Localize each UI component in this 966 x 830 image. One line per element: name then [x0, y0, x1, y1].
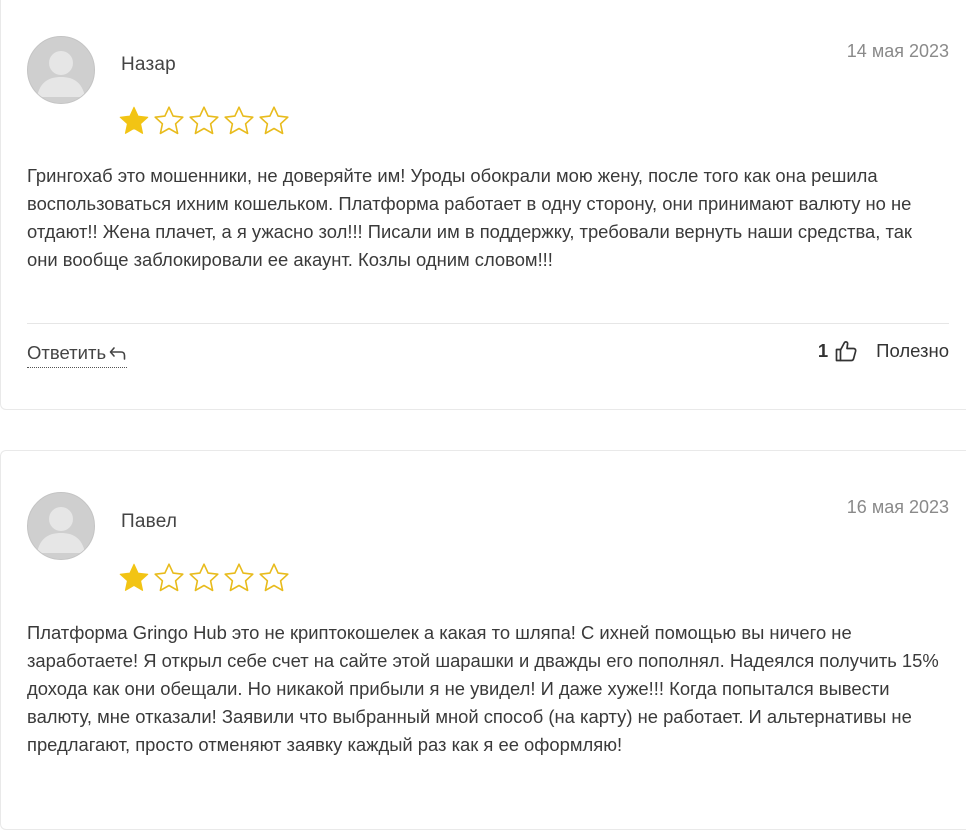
review-author: Павел: [121, 511, 178, 532]
star-outline-icon: [188, 562, 220, 594]
review-date: 14 мая 2023: [846, 41, 949, 61]
review-card: Павел 16 мая 2023 Платформа Gringo Hub э…: [0, 450, 966, 830]
star-filled-icon: [118, 105, 150, 137]
review-text: Платформа Gringo Hub это не криптокошеле…: [27, 622, 939, 755]
star-outline-icon: [223, 562, 255, 594]
helpful-block: 1 Полезно: [818, 335, 949, 367]
star-rating: [118, 562, 290, 594]
avatar: [27, 492, 95, 560]
star-outline-icon: [153, 105, 185, 137]
review-card: Назар 14 мая 2023 Грингохаб это мошенник…: [0, 0, 966, 410]
helpful-count: 1: [817, 340, 829, 361]
reply-label: Ответить: [27, 342, 107, 363]
star-outline-icon: [258, 105, 290, 137]
review-date: 16 мая 2023: [846, 497, 949, 517]
avatar: [27, 36, 95, 104]
star-outline-icon: [153, 562, 185, 594]
star-outline-icon: [258, 562, 290, 594]
user-silhouette-icon: [37, 51, 85, 97]
review-text: Грингохаб это мошенники, не доверяйте им…: [27, 165, 912, 270]
star-outline-icon: [188, 105, 220, 137]
review-author: Назар: [121, 54, 176, 75]
star-outline-icon: [223, 105, 255, 137]
star-filled-icon: [118, 562, 150, 594]
divider: [27, 323, 949, 324]
helpful-button[interactable]: Полезно: [876, 340, 949, 362]
reply-arrow-icon: [109, 347, 126, 360]
star-rating: [118, 105, 290, 137]
thumbs-up-icon[interactable]: [834, 339, 858, 363]
user-silhouette-icon: [37, 507, 85, 553]
reply-button[interactable]: Ответить: [27, 342, 128, 368]
